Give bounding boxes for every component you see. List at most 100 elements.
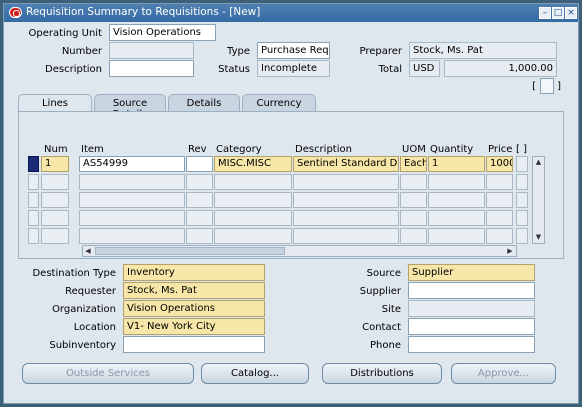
col-quantity: Quantity bbox=[430, 144, 474, 155]
line-rev[interactable] bbox=[186, 210, 213, 226]
row-selector[interactable] bbox=[28, 192, 39, 208]
subinventory-label: Subinventory bbox=[49, 340, 116, 351]
tab-source-details[interactable]: Source Details bbox=[94, 94, 166, 120]
outside-services-button[interactable]: Outside Services bbox=[22, 363, 194, 384]
col-rev: Rev bbox=[188, 144, 207, 155]
contact-label: Contact bbox=[362, 322, 401, 333]
supplier-field[interactable] bbox=[408, 282, 535, 299]
line-item[interactable]: AS54999 bbox=[79, 156, 185, 172]
line-item[interactable] bbox=[79, 210, 185, 226]
tab-currency[interactable]: Currency bbox=[242, 94, 316, 112]
line-num[interactable] bbox=[41, 192, 69, 208]
scroll-down-icon[interactable]: ▼ bbox=[533, 232, 544, 243]
line-uom[interactable]: Each bbox=[400, 156, 427, 172]
title-bar[interactable]: Requisition Summary to Requisitions - [N… bbox=[4, 4, 578, 22]
col-uom: UOM bbox=[402, 144, 426, 155]
scroll-left-icon[interactable]: ◀ bbox=[83, 246, 93, 257]
line-category[interactable]: MISC.MISC bbox=[214, 156, 292, 172]
description-field[interactable] bbox=[109, 60, 194, 77]
line-flex-cell[interactable] bbox=[516, 228, 528, 244]
line-num[interactable] bbox=[41, 174, 69, 190]
line-uom[interactable] bbox=[400, 210, 427, 226]
phone-field[interactable] bbox=[408, 336, 535, 353]
close-icon[interactable]: × bbox=[565, 7, 577, 19]
line-category[interactable] bbox=[214, 192, 292, 208]
minimize-icon[interactable]: – bbox=[539, 7, 551, 19]
line-category[interactable] bbox=[214, 228, 292, 244]
scroll-thumb[interactable] bbox=[95, 247, 285, 255]
descriptive-flexfield-box[interactable] bbox=[540, 78, 554, 94]
scroll-up-icon[interactable]: ▲ bbox=[533, 157, 544, 168]
status-field[interactable]: Incomplete bbox=[257, 60, 330, 77]
supplier-label: Supplier bbox=[359, 286, 401, 297]
lines-vertical-scrollbar[interactable]: ▲ ▼ bbox=[532, 156, 545, 244]
destination-type-label: Destination Type bbox=[32, 268, 116, 279]
approve-button[interactable]: Approve... bbox=[451, 363, 556, 384]
contact-field[interactable] bbox=[408, 318, 535, 335]
line-num[interactable] bbox=[41, 210, 69, 226]
line-price[interactable] bbox=[486, 210, 513, 226]
line-rev[interactable] bbox=[186, 228, 213, 244]
line-rev[interactable] bbox=[186, 156, 213, 172]
line-rev[interactable] bbox=[186, 192, 213, 208]
line-quantity[interactable] bbox=[428, 228, 485, 244]
subinventory-field[interactable] bbox=[123, 336, 265, 353]
line-quantity[interactable]: 1 bbox=[428, 156, 485, 172]
row-selector[interactable] bbox=[28, 174, 39, 190]
line-quantity[interactable] bbox=[428, 192, 485, 208]
type-field[interactable]: Purchase Requi bbox=[257, 42, 330, 59]
line-num[interactable] bbox=[41, 228, 69, 244]
line-category[interactable] bbox=[214, 174, 292, 190]
tab-details[interactable]: Details bbox=[168, 94, 240, 112]
line-flex-cell[interactable] bbox=[516, 210, 528, 226]
requester-label: Requester bbox=[65, 286, 116, 297]
lines-horizontal-scrollbar[interactable]: ◀ ▶ bbox=[82, 245, 517, 257]
catalog-button[interactable]: Catalog... bbox=[201, 363, 309, 384]
col-flex: [ ] bbox=[516, 144, 527, 155]
line-description[interactable] bbox=[293, 228, 399, 244]
line-num[interactable]: 1 bbox=[41, 156, 69, 172]
source-field[interactable]: Supplier bbox=[408, 264, 535, 281]
line-flex-cell[interactable] bbox=[516, 174, 528, 190]
line-flex-cell[interactable] bbox=[516, 192, 528, 208]
line-price[interactable] bbox=[486, 192, 513, 208]
line-flex-cell[interactable] bbox=[516, 156, 528, 172]
line-item[interactable] bbox=[79, 228, 185, 244]
col-category: Category bbox=[216, 144, 262, 155]
total-field[interactable]: 1,000.00 bbox=[444, 60, 557, 77]
organization-field[interactable]: Vision Operations bbox=[123, 300, 265, 317]
maximize-icon[interactable]: □ bbox=[552, 7, 564, 19]
distributions-button[interactable]: Distributions bbox=[322, 363, 442, 384]
window-title: Requisition Summary to Requisitions - [N… bbox=[26, 6, 261, 18]
location-label: Location bbox=[73, 322, 116, 333]
line-price[interactable] bbox=[486, 228, 513, 244]
line-uom[interactable] bbox=[400, 228, 427, 244]
location-field[interactable]: V1- New York City bbox=[123, 318, 265, 335]
row-selector[interactable] bbox=[28, 156, 39, 172]
line-description[interactable] bbox=[293, 210, 399, 226]
requester-field[interactable]: Stock, Ms. Pat bbox=[123, 282, 265, 299]
destination-type-field[interactable]: Inventory bbox=[123, 264, 265, 281]
row-selector[interactable] bbox=[28, 210, 39, 226]
row-selector[interactable] bbox=[28, 228, 39, 244]
line-item[interactable] bbox=[79, 192, 185, 208]
line-category[interactable] bbox=[214, 210, 292, 226]
line-price[interactable]: 1000 bbox=[486, 156, 513, 172]
line-item[interactable] bbox=[79, 174, 185, 190]
currency-field[interactable]: USD bbox=[409, 60, 440, 77]
operating-unit-field[interactable]: Vision Operations bbox=[109, 24, 216, 41]
line-description[interactable] bbox=[293, 174, 399, 190]
scroll-right-icon[interactable]: ▶ bbox=[505, 246, 515, 257]
line-uom[interactable] bbox=[400, 192, 427, 208]
line-uom[interactable] bbox=[400, 174, 427, 190]
preparer-field[interactable]: Stock, Ms. Pat bbox=[409, 42, 557, 59]
oracle-app-icon bbox=[9, 7, 22, 18]
line-description[interactable] bbox=[293, 192, 399, 208]
line-quantity[interactable] bbox=[428, 210, 485, 226]
line-rev[interactable] bbox=[186, 174, 213, 190]
site-field[interactable] bbox=[408, 300, 535, 317]
number-field[interactable] bbox=[109, 42, 194, 59]
line-price[interactable] bbox=[486, 174, 513, 190]
line-quantity[interactable] bbox=[428, 174, 485, 190]
line-description[interactable]: Sentinel Standard Deskt bbox=[293, 156, 399, 172]
